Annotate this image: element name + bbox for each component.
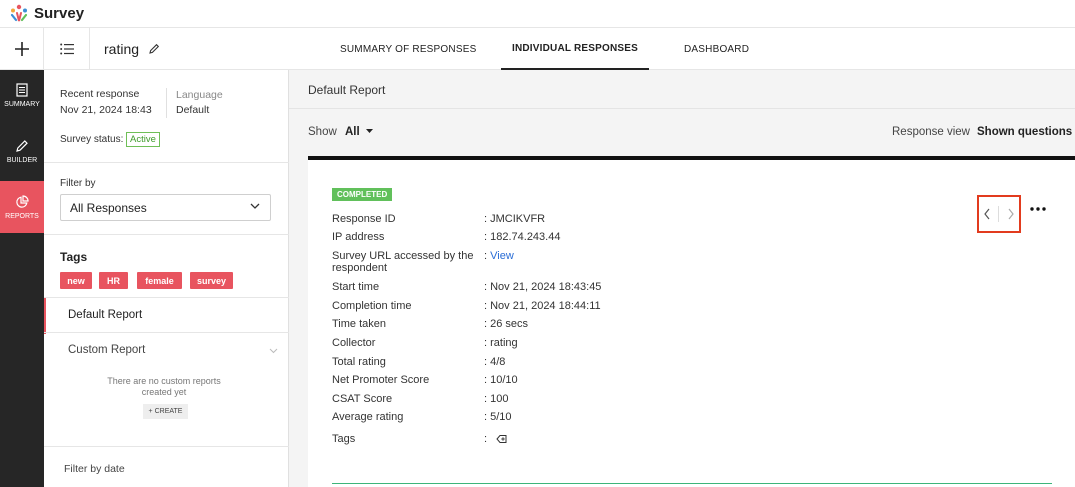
field-colon: : [484,250,488,262]
recent-response-value: Nov 21, 2024 18:43 [60,104,152,116]
field-value: : [484,433,508,445]
show-dropdown-value: All [345,126,360,138]
field-value: : 4/8 [484,356,506,368]
field-colon: : [484,433,488,445]
language-value: Default [176,104,210,116]
survey-logo-icon [10,4,28,21]
tag-chip[interactable]: new [60,272,92,289]
side-panel: Recent response Nov 21, 2024 18:43 Langu… [44,70,289,487]
divider [44,234,289,235]
report-item-default[interactable]: Default Report [44,298,289,334]
tag-chip[interactable]: female [137,272,182,289]
pie-chart-icon [16,194,29,208]
main-content: Default Report Show All Response view Sh… [289,70,1075,487]
report-item-label: Custom Report [68,344,146,356]
field-value: : 5/10 [484,411,512,423]
app-title: Survey [34,5,85,22]
field-value: : Nov 21, 2024 18:43:45 [484,281,602,293]
divider [289,108,1075,109]
field-value: : View [484,250,514,262]
tab-individual-responses[interactable]: INDIVIDUAL RESPONSES [501,28,649,70]
status-badge: COMPLETED [332,188,393,201]
report-item-label: Default Report [68,309,143,321]
status-badge: Active [126,132,160,147]
field-value: : 182.74.243.44 [484,231,561,243]
field-key: IP address [332,231,385,243]
left-nav: SUMMARY BUILDER REPORTS [0,70,44,487]
field-value: : 26 secs [484,318,529,330]
filter-by-date-label[interactable]: Filter by date [64,463,125,475]
field-key: Average rating [332,411,404,423]
field-key: Time taken [332,318,387,330]
app-header: Survey [0,0,1075,28]
add-button[interactable] [0,28,44,70]
vertical-divider [166,88,167,118]
report-title: Default Report [308,83,386,97]
filter-label: Filter by [60,178,96,189]
recent-response-label: Recent response [60,88,140,100]
divider [998,206,1000,222]
filter-select[interactable]: All Responses [60,194,271,221]
chevron-left-icon[interactable] [983,208,991,220]
chevron-right-icon[interactable] [1007,208,1015,220]
menu-button[interactable] [44,28,90,70]
field-value: : 10/10 [484,374,518,386]
field-key: Total rating [332,356,386,368]
field-value: : rating [484,337,518,349]
field-value: : JMCIKVFR [484,213,546,225]
response-card: COMPLETED Response ID : JMCIKVFR IP addr… [308,160,1075,487]
pencil-icon[interactable] [148,43,160,55]
filter-select-value: All Responses [70,200,147,215]
show-label: Show [308,126,337,138]
section-divider [332,483,1052,484]
field-value: : 100 [484,393,509,405]
menu-icon [59,43,74,55]
toolbar: rating SUMMARY OF RESPONSES INDIVIDUAL R… [0,28,1075,70]
nav-label: BUILDER [6,156,38,164]
tab-summary-of-responses[interactable]: SUMMARY OF RESPONSES [340,28,476,70]
nav-item-reports[interactable]: REPORTS [0,181,44,233]
tags-heading: Tags [60,250,88,264]
field-key: Collector [332,337,376,349]
survey-status-label: Survey status: [60,134,124,145]
chevron-down-icon [250,203,260,209]
no-custom-reports-text: There are no custom reports created yet [107,376,221,397]
create-report-button[interactable]: + CREATE [143,404,188,419]
tab-dashboard[interactable]: DASHBOARD [684,28,749,70]
field-key: Start time [332,281,380,293]
language-label: Language [176,89,223,101]
field-key: Survey URL accessed by the respondent [332,250,474,274]
response-view-dropdown[interactable]: Shown questions [977,126,1075,138]
report-item-custom[interactable]: Custom Report [44,344,289,356]
field-key: Net Promoter Score [332,374,430,386]
response-navigation [977,195,1021,233]
divider [44,446,289,447]
pencil-icon [16,139,28,152]
more-options-icon[interactable] [1030,207,1046,211]
field-key: Tags [332,433,356,445]
nav-item-summary[interactable]: SUMMARY [0,70,44,120]
view-url-link[interactable]: View [490,250,514,262]
field-key: CSAT Score [332,393,393,405]
nav-label: REPORTS [5,212,39,220]
divider [44,162,289,163]
survey-name: rating [104,41,140,57]
field-key: Completion time [332,300,412,312]
tag-chip[interactable]: survey [190,272,233,289]
tag-chip[interactable]: HR [99,272,128,289]
response-view-label: Response view [892,126,970,138]
show-dropdown[interactable]: All [345,126,373,138]
nav-item-builder[interactable]: BUILDER [0,126,44,176]
chevron-down-icon [269,348,278,354]
caret-down-icon [365,129,373,134]
field-value: : Nov 21, 2024 18:44:11 [484,300,601,312]
nav-label: SUMMARY [4,100,40,108]
response-view-value: Shown questions [977,126,1073,138]
field-key: Response ID [332,213,396,225]
document-icon [16,82,28,97]
divider [44,332,289,333]
tag-add-icon[interactable] [496,434,508,444]
plus-icon [14,42,29,56]
